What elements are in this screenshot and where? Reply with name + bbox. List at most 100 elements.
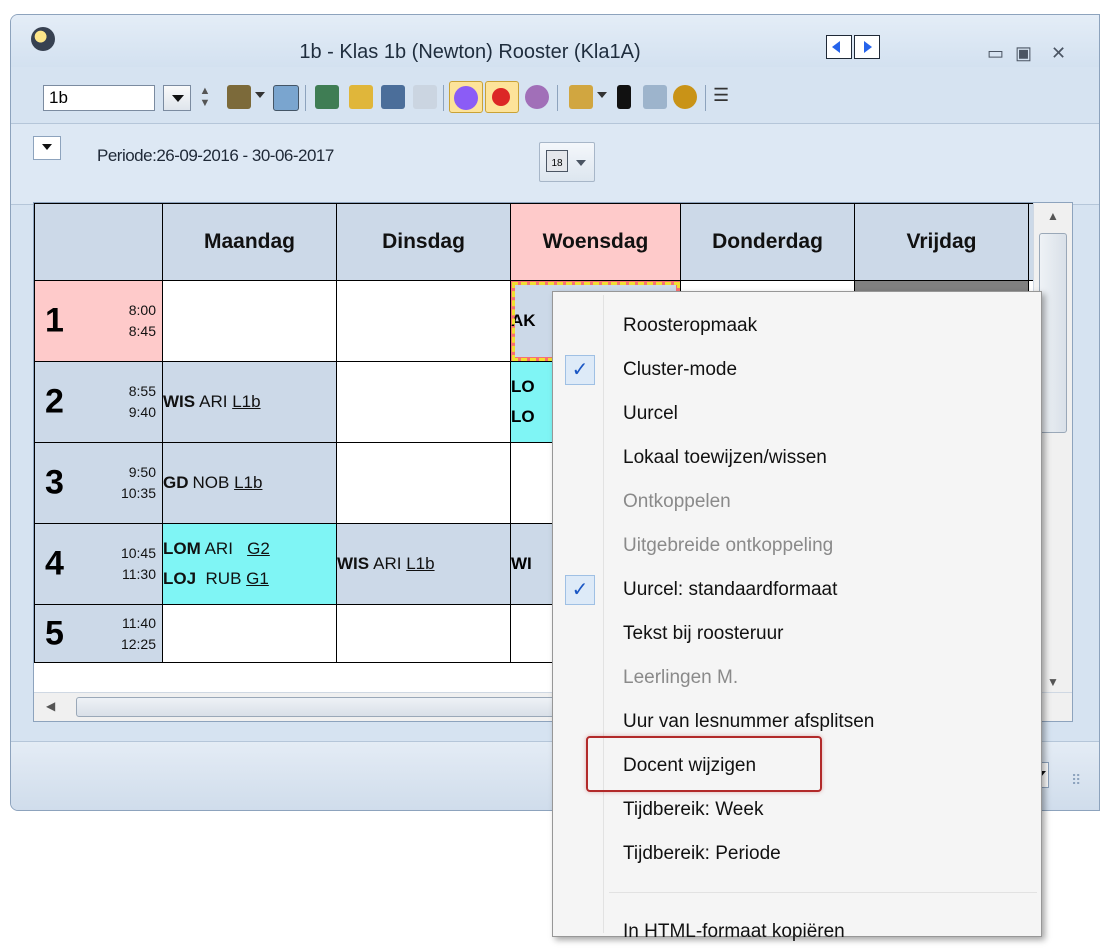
day-header-wednesday[interactable]: Woensdag (510, 203, 681, 281)
timetable-cell[interactable]: GD NOB L1b (162, 442, 337, 524)
view-icon[interactable] (643, 85, 667, 109)
corner-header (34, 203, 163, 281)
settings-dropdown-icon[interactable] (597, 92, 607, 103)
hour-row-header[interactable]: 4 10:45 11:30 (34, 523, 163, 605)
scroll-up-icon[interactable]: ▲ (1047, 209, 1059, 223)
lesson-teacher: RUB (205, 569, 242, 588)
timetable-cell[interactable] (162, 604, 337, 663)
gear-icon[interactable] (673, 85, 697, 109)
hour-row-header[interactable]: 5 11:40 12:25 (34, 604, 163, 663)
hour-number: 4 (45, 544, 64, 583)
share-icon[interactable] (525, 85, 549, 109)
close-icon[interactable]: ✕ (1051, 43, 1066, 64)
timetable-cell[interactable] (336, 442, 511, 524)
timetable-cell[interactable] (336, 604, 511, 663)
menu-item[interactable]: Lokaal toewijzen/wissen (555, 438, 1039, 478)
scroll-down-icon[interactable]: ▼ (1047, 675, 1059, 689)
hour-start: 8:00 (128, 302, 156, 318)
scroll-left-icon[interactable]: ◀ (46, 699, 55, 713)
menu-item-label: Cluster-mode (623, 359, 738, 380)
period-bar: Periode:26-09-2016 - 30-06-2017 18 (11, 123, 1099, 205)
menu-item-label: Ontkoppelen (623, 491, 731, 512)
lesson-room: L1b (406, 554, 435, 573)
window-title: 1b - Klas 1b (Newton) Rooster (Kla1A) (299, 41, 641, 63)
lesson-room: L1b (232, 392, 261, 411)
hour-start: 9:50 (128, 464, 156, 480)
class-select-input[interactable]: 1b (43, 85, 155, 111)
toolbar-divider (305, 85, 306, 111)
menu-item[interactable]: Tijdbereik: Week (555, 790, 1039, 830)
toolbar-divider (443, 85, 444, 111)
checkmark-icon: ✓ (565, 355, 595, 385)
resize-grip-icon[interactable]: ⠿ (1071, 772, 1081, 789)
lesson-subject: WIS (163, 392, 196, 411)
highlight-callout (586, 736, 822, 792)
grid-fit-icon[interactable] (273, 85, 299, 111)
swap-icon[interactable] (381, 85, 405, 109)
lesson-subject: GD (163, 473, 189, 492)
hour-start: 8:55 (128, 383, 156, 399)
undo-icon[interactable] (413, 85, 437, 109)
menu-item[interactable]: ✓ Cluster-mode (555, 350, 1039, 390)
lesson-teacher: ARI (199, 392, 228, 411)
day-header-thursday[interactable]: Donderdag (680, 203, 855, 281)
menu-item[interactable]: Tijdbereik: Periode (555, 834, 1039, 874)
traffic-light-icon[interactable] (617, 85, 631, 109)
calendar-icon: 18 (546, 150, 568, 172)
hour-number: 1 (45, 301, 64, 340)
menu-item[interactable]: Uurcel (555, 394, 1039, 434)
menu-item[interactable]: ✓ Uurcel: standaardformaat (555, 570, 1039, 610)
menu-item: Ontkoppelen (555, 482, 1039, 522)
lesson-teacher: ARI (204, 539, 233, 558)
settings-page-icon[interactable] (569, 85, 593, 109)
timetable-cell[interactable] (336, 280, 511, 362)
hour-row-header[interactable]: 3 9:50 10:35 (34, 442, 163, 524)
more-options-icon[interactable]: ☰ (713, 85, 737, 109)
hour-number: 2 (45, 382, 64, 421)
vertical-scroll-thumb[interactable] (1039, 233, 1067, 433)
next-record-icon[interactable] (854, 35, 880, 59)
period-dropdown-icon[interactable] (33, 136, 61, 160)
hour-number: 5 (45, 614, 64, 652)
menu-item[interactable]: In HTML-formaat kopiëren (555, 912, 1039, 952)
pin-icon (492, 88, 510, 106)
menu-item-label: Tekst bij roosteruur (623, 623, 784, 644)
menu-item[interactable]: Tekst bij roosteruur (555, 614, 1039, 654)
lesson-subject: LOJ (163, 569, 197, 588)
record-navigation (826, 35, 882, 64)
class-spinner[interactable]: ▲ ▼ (197, 85, 213, 111)
students-icon[interactable] (227, 85, 251, 109)
maximize-icon[interactable]: ▣ (1015, 43, 1032, 64)
menu-item-label: Leerlingen M. (623, 667, 739, 688)
students-dropdown-icon[interactable] (255, 92, 265, 103)
lesson-teacher: NOB (192, 473, 230, 492)
minimize-icon[interactable]: ▭ (987, 43, 1004, 64)
class-select-dropdown-icon[interactable] (163, 85, 191, 111)
hour-start: 10:45 (120, 545, 156, 561)
lesson-room: G2 (247, 539, 270, 558)
menu-item-label: Uur van lesnummer afsplitsen (623, 711, 875, 732)
lock-icon[interactable] (349, 85, 373, 109)
timetable-cell[interactable] (162, 280, 337, 362)
timetable-cell[interactable] (336, 361, 511, 443)
day-header-tuesday[interactable]: Dinsdag (336, 203, 511, 281)
previous-record-icon[interactable] (826, 35, 852, 59)
lesson-line: LO (511, 377, 535, 396)
hour-row-header[interactable]: 1 8:00 8:45 (34, 280, 163, 362)
lesson-line: LO (511, 407, 535, 426)
day-header-friday[interactable]: Vrijdag (854, 203, 1029, 281)
day-header-monday[interactable]: Maandag (162, 203, 337, 281)
timetable-cell[interactable]: WIS ARI L1b (336, 523, 511, 605)
context-menu: Roosteropmaak ✓ Cluster-mode Uurcel Lokaal t… (552, 291, 1042, 942)
hour-end: 10:35 (120, 485, 156, 501)
timetable-cell-cluster[interactable]: LOM ARI G2 LOJ RUB G1 (162, 523, 337, 605)
menu-item-label: Lokaal toewijzen/wissen (623, 447, 827, 468)
hour-row-header[interactable]: 2 8:55 9:40 (34, 361, 163, 443)
menu-item: Uitgebreide ontkoppeling (555, 526, 1039, 566)
export-icon[interactable] (315, 85, 339, 109)
hour-end: 12:25 (120, 635, 156, 652)
menu-item-label: In HTML-formaat kopiëren (623, 921, 845, 942)
calendar-button[interactable]: 18 (539, 142, 595, 182)
timetable-cell[interactable]: WIS ARI L1b (162, 361, 337, 443)
menu-item[interactable]: Roosteropmaak (555, 306, 1039, 346)
